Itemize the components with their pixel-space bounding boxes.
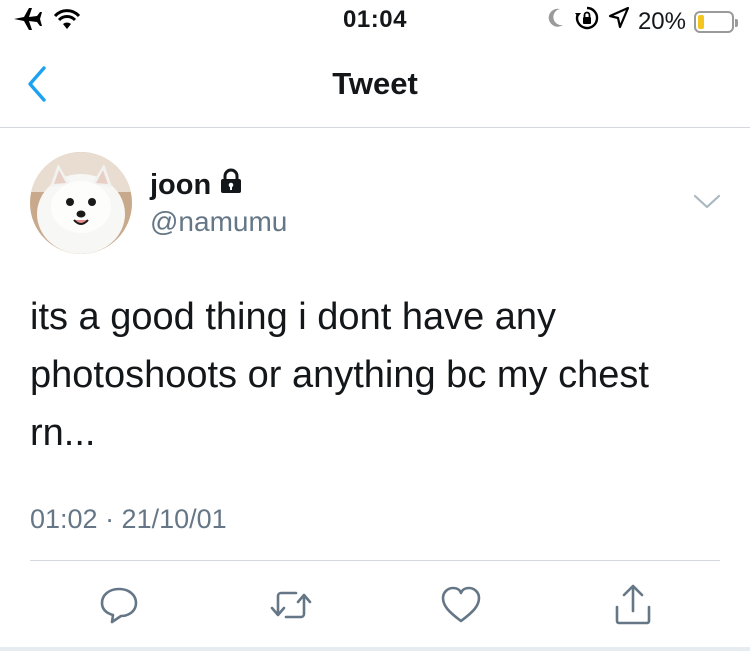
location-icon	[608, 6, 630, 37]
nav-bar: Tweet	[0, 40, 750, 128]
status-bar: 01:04 20%	[0, 0, 750, 40]
author-name[interactable]: joon	[150, 168, 243, 202]
like-button[interactable]	[438, 584, 484, 630]
chevron-down-icon	[690, 194, 724, 220]
retweet-icon	[268, 584, 314, 631]
bottom-separator	[0, 647, 750, 651]
moon-icon	[546, 6, 566, 37]
battery-percent: 20%	[637, 7, 686, 35]
battery-tip	[735, 18, 738, 27]
battery-level	[698, 14, 705, 29]
share-button[interactable]	[610, 584, 656, 630]
lock-icon	[219, 168, 243, 202]
status-right: 20%	[546, 5, 738, 38]
reply-button[interactable]	[96, 584, 142, 630]
share-icon	[612, 583, 654, 632]
page-title: Tweet	[332, 66, 418, 101]
tweet-screen: 01:04 20% Tweet joon @namumu its a good …	[0, 0, 750, 651]
reply-icon	[98, 584, 140, 631]
rotation-lock-icon	[574, 5, 600, 38]
avatar[interactable]	[30, 152, 132, 254]
retweet-button[interactable]	[268, 584, 314, 630]
author-display-name: joon	[150, 168, 212, 201]
tweet-actions	[0, 580, 750, 630]
tweet-options-button[interactable]	[690, 188, 724, 216]
author-handle[interactable]: @namumu	[150, 206, 287, 238]
divider	[30, 560, 720, 561]
battery-icon	[694, 10, 738, 33]
tweet-timestamp: 01:02 · 21/10/01	[30, 504, 227, 534]
like-icon	[439, 584, 483, 631]
tweet-text: its a good thing i dont have any photosh…	[30, 296, 649, 454]
